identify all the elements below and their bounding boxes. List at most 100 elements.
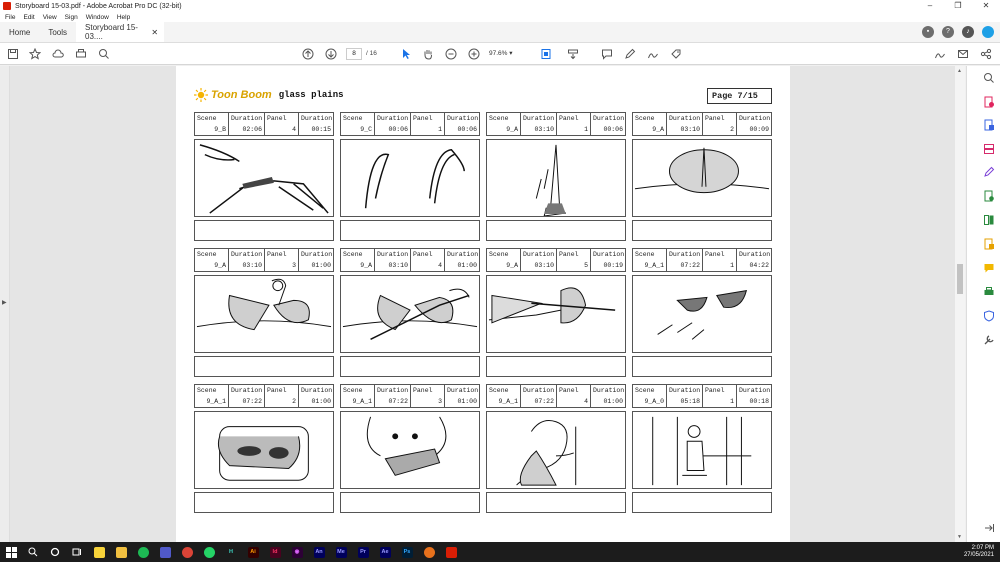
file-explorer-app[interactable] — [110, 542, 132, 562]
organize-pages-icon[interactable] — [983, 143, 995, 155]
page-total-label: / 16 — [366, 50, 377, 57]
edit-pdf-icon[interactable] — [983, 166, 995, 178]
zoom-in-icon[interactable] — [467, 47, 481, 61]
email-icon[interactable] — [956, 47, 970, 61]
scrollbar-thumb[interactable] — [957, 264, 963, 294]
menu-window[interactable]: Window — [86, 14, 109, 21]
acrobat-app-icon — [3, 2, 11, 10]
upload-cloud-icon[interactable] — [51, 47, 65, 61]
menu-edit[interactable]: Edit — [23, 14, 34, 21]
search-taskbar-button[interactable] — [22, 542, 44, 562]
adobe-app-1[interactable]: Id — [264, 542, 286, 562]
page-number-input[interactable]: 8 — [346, 48, 362, 60]
previous-page-icon[interactable] — [301, 47, 315, 61]
scroll-down-icon[interactable]: ▼ — [957, 534, 962, 540]
system-tray-clock[interactable]: 2:07 PM 27/05/2021 — [964, 545, 994, 559]
combine-files-icon[interactable] — [983, 190, 995, 202]
zoom-tool-icon[interactable] — [983, 72, 995, 84]
bookmark-star-icon[interactable] — [28, 47, 42, 61]
close-window-button[interactable]: ✕ — [972, 0, 1000, 12]
start-button[interactable] — [0, 542, 22, 562]
panel-duration-label: Duration — [447, 387, 479, 394]
tab-home[interactable]: Home — [0, 22, 39, 42]
security-shield-icon[interactable] — [983, 310, 995, 322]
comment-bubble-icon[interactable]: ▪ — [922, 26, 934, 38]
zoom-level-select[interactable]: 97.6% ▾ — [489, 48, 527, 60]
scene-value: 9_B — [214, 126, 226, 133]
panel-header: Scene 9_A Duration 03:10 Panel 2 Duration 00:09 — [632, 112, 772, 136]
tab-close-icon[interactable]: ✕ — [151, 28, 158, 37]
highlight-pen-icon[interactable] — [623, 47, 637, 61]
expand-left-pane-icon[interactable]: ▶ — [2, 299, 7, 306]
find-zoom-icon[interactable] — [97, 47, 111, 61]
menu-view[interactable]: View — [43, 14, 57, 21]
scroll-mode-icon[interactable] — [566, 47, 580, 61]
storyboard-panel: Scene 9_A_1 Duration 07:22 Panel 4 Duration 01:… — [486, 384, 626, 513]
save-icon[interactable] — [6, 47, 20, 61]
export-pdf-icon[interactable] — [983, 96, 995, 108]
panel-duration-cell: Duration 01:00 — [299, 385, 333, 407]
vertical-scrollbar[interactable]: ▲ ▼ — [955, 66, 965, 542]
adobe-app-6[interactable]: Ae — [374, 542, 396, 562]
panel-header: Scene 9_B Duration 02:06 Panel 4 Duration 00:15 — [194, 112, 334, 136]
maximize-button[interactable]: ❐ — [944, 0, 972, 12]
panel-label: Panel — [267, 115, 287, 122]
menu-sign[interactable]: Sign — [65, 14, 78, 21]
collapse-pane-icon[interactable] — [983, 522, 995, 534]
select-cursor-icon[interactable] — [399, 47, 413, 61]
storyboard-panel: Scene 9_A_1 Duration 07:22 Panel 3 Duration 01:… — [340, 384, 480, 513]
duration-cell: Duration 00:06 — [375, 113, 411, 135]
scene-cell: Scene 9_A — [633, 113, 667, 135]
comment-tool-icon[interactable] — [983, 262, 995, 274]
tab-tools[interactable]: Tools — [39, 22, 76, 42]
scene-label: Scene — [635, 251, 655, 258]
share-link-icon[interactable] — [979, 47, 993, 61]
toon-boom-harmony-app[interactable]: H — [220, 542, 242, 562]
zoom-out-icon[interactable] — [444, 47, 458, 61]
notification-bell-icon[interactable]: ♪ — [962, 26, 974, 38]
protect-icon[interactable] — [983, 238, 995, 250]
scene-cell: Scene 9_A_1 — [487, 385, 521, 407]
print-production-icon[interactable] — [983, 286, 995, 298]
menu-help[interactable]: Help — [117, 14, 130, 21]
scroll-up-icon[interactable]: ▲ — [957, 68, 962, 74]
sticky-notes-app[interactable] — [88, 542, 110, 562]
panel-duration-cell: Duration 01:00 — [445, 385, 479, 407]
whatsapp-app[interactable] — [198, 542, 220, 562]
adobe-app-5[interactable]: Pr — [352, 542, 374, 562]
chrome-app[interactable] — [176, 542, 198, 562]
user-avatar[interactable] — [982, 26, 994, 38]
hand-tool-icon[interactable] — [421, 47, 435, 61]
more-tools-icon[interactable] — [983, 334, 995, 346]
left-navigation-pane[interactable]: ▶ — [0, 66, 10, 542]
adobe-app-3[interactable]: An — [308, 542, 330, 562]
compare-files-icon[interactable] — [983, 214, 995, 226]
create-pdf-icon[interactable] — [983, 119, 995, 131]
adobe-app-0[interactable]: Ai — [242, 542, 264, 562]
adobe-app-2[interactable]: ◉ — [286, 542, 308, 562]
share-tag-icon[interactable] — [669, 47, 683, 61]
next-page-icon[interactable] — [324, 47, 338, 61]
duration-value: 05:18 — [680, 398, 700, 405]
cortana-button[interactable] — [44, 542, 66, 562]
menu-file[interactable]: File — [5, 14, 15, 21]
acrobat-taskbar-app[interactable] — [440, 542, 462, 562]
minimize-button[interactable]: – — [916, 0, 944, 12]
scene-value: 9_A — [506, 262, 518, 269]
comment-icon[interactable] — [600, 47, 614, 61]
scene-label: Scene — [635, 387, 655, 394]
sticky-notes-icon — [93, 546, 105, 558]
tab-document[interactable]: Storyboard 15-03.... ✕ — [76, 22, 165, 42]
task-view-button[interactable] — [66, 542, 88, 562]
help-icon[interactable]: ? — [942, 26, 954, 38]
spotify-app[interactable] — [132, 542, 154, 562]
sign-icon[interactable] — [646, 47, 660, 61]
adobe-app-4[interactable]: Me — [330, 542, 352, 562]
adobe-app-7[interactable]: Ps — [396, 542, 418, 562]
teams-app[interactable] — [154, 542, 176, 562]
page-fit-icon[interactable] — [539, 47, 553, 61]
chrome-profile-app[interactable] — [418, 542, 440, 562]
fill-sign-icon[interactable] — [933, 47, 947, 61]
scene-label: Scene — [489, 115, 509, 122]
print-icon[interactable] — [74, 47, 88, 61]
